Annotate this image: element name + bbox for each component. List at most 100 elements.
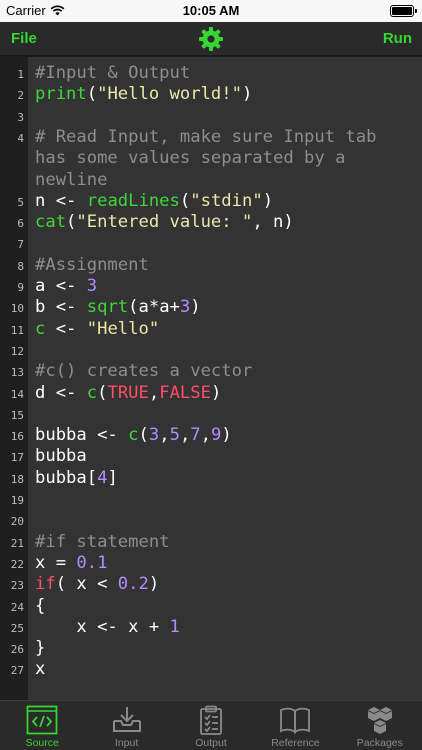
token-plain: ( — [138, 425, 149, 446]
token-plain: (a*a+ — [128, 297, 180, 318]
token-num: 3 — [148, 425, 160, 446]
line-number: 13 — [10, 366, 24, 380]
code-line[interactable]: x — [35, 659, 45, 680]
token-num: 3 — [179, 297, 191, 318]
toolbar: File Run — [0, 22, 422, 56]
token-num: 9 — [211, 425, 222, 446]
code-line[interactable]: cat("Entered value: ", n) — [35, 212, 294, 233]
token-plain: ) — [241, 84, 253, 105]
token-plain: x — [35, 659, 46, 680]
tab-input[interactable]: Input — [84, 701, 168, 750]
token-plain: , — [159, 425, 170, 446]
token-num: 7 — [190, 425, 201, 446]
token-plain: ) — [262, 190, 274, 211]
token-num: 0.1 — [76, 552, 108, 573]
token-plain: <- — [45, 318, 87, 339]
token-plain: ) — [190, 297, 201, 318]
line-number: 23 — [10, 579, 24, 593]
line-number: 25 — [10, 621, 24, 635]
token-plain: ( x < — [55, 574, 118, 595]
code-line[interactable]: # Read Input, make sure Input tab — [35, 127, 376, 148]
line-number: 14 — [10, 387, 24, 401]
code-line[interactable]: } — [35, 638, 45, 659]
code-line[interactable]: x <- x + 1 — [35, 617, 180, 638]
token-plain: , — [148, 382, 160, 403]
token-kw: TRUE — [107, 382, 149, 403]
token-string: "Hello world!" — [97, 84, 242, 105]
tab-packages-label: Packages — [356, 737, 403, 749]
code-line[interactable]: #c() creates a vector — [35, 361, 252, 382]
code-icon — [26, 705, 58, 735]
code-line[interactable]: x = 0.1 — [35, 553, 107, 574]
token-plain: ( — [97, 382, 108, 403]
token-plain: , n) — [252, 212, 294, 233]
token-kw: FALSE — [159, 382, 211, 403]
token-kw: if — [35, 574, 56, 595]
line-number: 26 — [10, 643, 24, 657]
token-func: c — [128, 425, 139, 446]
code-line[interactable]: #if statement — [35, 532, 170, 553]
tab-input-label: Input — [114, 737, 139, 749]
code-line[interactable]: #Input & Output — [35, 63, 190, 84]
token-plain: } — [35, 638, 46, 659]
code-line[interactable]: bubba[4] — [35, 468, 118, 489]
tab-reference[interactable]: Reference — [253, 701, 337, 750]
token-comment: #Input & Output — [35, 63, 191, 83]
line-number: 22 — [10, 557, 24, 571]
code-line[interactable]: a <- 3 — [35, 276, 97, 297]
tab-reference-label: Reference — [271, 737, 320, 749]
line-number: 8 — [17, 259, 24, 273]
token-plain: , — [200, 425, 212, 446]
line-number: 3 — [17, 110, 24, 124]
line-number: 5 — [17, 195, 24, 209]
tab-output[interactable]: Output — [169, 701, 253, 750]
token-comment: #if statement — [35, 531, 170, 552]
line-number: 11 — [10, 323, 24, 337]
code-line[interactable]: print("Hello world!") — [35, 84, 252, 105]
code-line[interactable]: { — [35, 596, 45, 617]
line-number: 2 — [17, 89, 24, 103]
code-line[interactable]: b <- sqrt(a*a+3) — [35, 297, 201, 318]
code-line[interactable]: bubba — [35, 446, 87, 467]
token-num: 3 — [86, 276, 98, 296]
token-num: 1 — [169, 616, 180, 637]
line-number: 18 — [10, 472, 24, 486]
line-number: 20 — [10, 515, 24, 529]
line-number: 1 — [17, 68, 24, 81]
token-func: readLines — [86, 190, 180, 211]
token-plain: ) — [221, 425, 232, 446]
line-number: 12 — [10, 344, 24, 358]
token-plain: { — [35, 595, 46, 616]
code-line[interactable]: bubba <- c(3,5,7,9) — [35, 425, 232, 446]
code-line[interactable]: d <- c(TRUE,FALSE) — [35, 383, 221, 404]
code-line[interactable]: n <- readLines("stdin") — [35, 191, 273, 212]
token-plain: a <- — [35, 276, 87, 296]
code-line[interactable]: has some values separated by a — [35, 148, 345, 169]
token-comment: # Read Input, make sure Input tab — [35, 126, 377, 147]
line-number: 17 — [10, 451, 24, 465]
code-line[interactable]: c <- "Hello" — [35, 319, 159, 340]
token-plain: x = — [35, 552, 77, 573]
line-number: 15 — [10, 408, 24, 422]
tab-source[interactable]: Source — [0, 701, 84, 750]
line-number: 27 — [10, 664, 24, 678]
line-number: 16 — [10, 430, 24, 444]
code-line[interactable]: if( x < 0.2) — [35, 574, 159, 595]
tab-packages[interactable]: Packages — [338, 701, 422, 750]
token-plain: ] — [107, 467, 118, 488]
gear-icon[interactable] — [198, 26, 224, 52]
book-icon — [280, 707, 311, 734]
token-plain: ( — [66, 212, 77, 233]
token-func: sqrt — [86, 297, 129, 318]
clipboard-icon — [200, 705, 222, 735]
battery-icon — [390, 5, 417, 17]
code-line[interactable]: newline — [35, 170, 107, 191]
file-button[interactable]: File — [11, 30, 37, 47]
line-number: 21 — [10, 536, 24, 550]
code-editor[interactable]: 1 #Input & Output 2 print("Hello world!") 3 4… — [0, 57, 422, 700]
status-time: 10:05 AM — [182, 3, 240, 18]
token-plain: ( — [179, 190, 191, 211]
token-plain: b <- — [35, 297, 87, 318]
code-line[interactable]: #Assignment — [35, 255, 149, 276]
run-button[interactable]: Run — [383, 30, 412, 47]
